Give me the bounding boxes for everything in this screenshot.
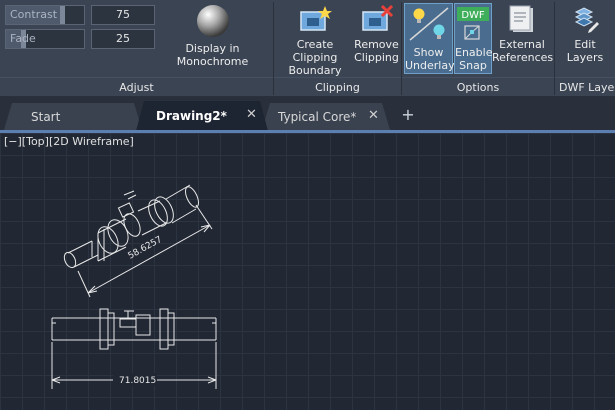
remove-clipping-label-line1: Remove (354, 38, 399, 51)
adjust-panel: Contrast 75 Fade 25 Display in Monochrom… (0, 0, 273, 97)
contrast-label: Contrast (10, 8, 58, 21)
plan-dimension-text: 71.8015 (119, 376, 156, 386)
tab-drawing2[interactable]: Drawing2* ✕ (136, 101, 268, 131)
contrast-value-field[interactable]: 75 (91, 5, 155, 25)
show-underlay-label-line2: Underlay (405, 59, 455, 72)
external-references-label-line2: References (492, 51, 554, 64)
tab-drawing2-label: Drawing2* (156, 109, 227, 123)
contrast-slider[interactable]: Contrast (5, 5, 85, 25)
create-clipping-boundary-button[interactable]: Create Clipping Boundary (276, 4, 354, 77)
ribbon: Contrast 75 Fade 25 Display in Monochrom… (0, 0, 615, 97)
enable-snap-label-line1: Enable (455, 46, 493, 59)
remove-clipping-button[interactable]: Remove Clipping (354, 4, 399, 64)
close-tab-typical-core-icon[interactable]: ✕ (368, 108, 379, 123)
tab-start[interactable]: Start (4, 103, 142, 130)
external-references-label-line1: External (499, 38, 545, 51)
external-references-icon (509, 5, 533, 32)
plan-pipe-assembly (51, 308, 217, 350)
show-underlay-label-line1: Show (413, 46, 444, 59)
edit-layers-label-line2: Layers (566, 51, 604, 64)
contrast-slider-thumb[interactable] (59, 6, 65, 24)
display-monochrome-label: Display in Monochrome (176, 42, 249, 68)
create-clipping-label-line1: Create Clipping (292, 38, 338, 64)
underlay-drawing: 58.6257 71.8015 (51, 184, 217, 389)
close-tab-drawing2-icon[interactable]: ✕ (246, 107, 257, 122)
fade-label: Fade (10, 32, 36, 45)
enable-snap-label-line2: Snap (459, 59, 487, 72)
external-references-button[interactable]: External References (492, 4, 554, 64)
show-underlay-icon (409, 7, 448, 41)
tab-start-label: Start (31, 110, 61, 124)
show-underlay-button[interactable]: Show Underlay (404, 3, 455, 74)
display-monochrome-button[interactable]: Display in Monochrome (155, 4, 270, 68)
clipping-panel: Create Clipping Boundary Remove Clipping… (274, 0, 401, 97)
create-clipping-icon (300, 6, 332, 31)
iso-dimension-text: 58.6257 (127, 235, 164, 262)
dwf-layers-panel: Edit Layers DWF Layers (555, 0, 615, 97)
dwf-snap-icon: DWF (457, 7, 489, 40)
options-panel-title: Options (456, 81, 500, 94)
dwf-badge-text: DWF (461, 10, 485, 21)
contrast-slider-row: Contrast 75 (5, 5, 155, 25)
remove-clipping-label-line2: Clipping (354, 51, 399, 64)
enable-snap-button[interactable]: DWF Enable Snap (454, 3, 492, 74)
options-panel: Show Underlay DWF Enable Snap External R… (402, 0, 554, 97)
fade-slider[interactable]: Fade (5, 29, 85, 49)
monochrome-sphere-icon (196, 5, 229, 37)
clipping-panel-title: Clipping (315, 81, 360, 94)
create-clipping-label-line2: Boundary (288, 64, 342, 77)
edit-layers-button[interactable]: Edit Layers (560, 4, 610, 64)
tab-typical-core-label: Typical Core* (278, 110, 357, 124)
edit-layers-icon (574, 7, 599, 33)
dwf-layers-panel-title: DWF Layers (559, 81, 615, 94)
fade-slider-row: Fade 25 (5, 29, 155, 49)
edit-layers-label-line1: Edit (574, 38, 596, 51)
add-tab-icon[interactable]: + (398, 106, 418, 124)
remove-clipping-icon (361, 4, 393, 31)
fade-value-field[interactable]: 25 (91, 29, 155, 49)
tab-typical-core[interactable]: Typical Core* ✕ (262, 103, 390, 130)
adjust-panel-title: Adjust (119, 81, 154, 94)
